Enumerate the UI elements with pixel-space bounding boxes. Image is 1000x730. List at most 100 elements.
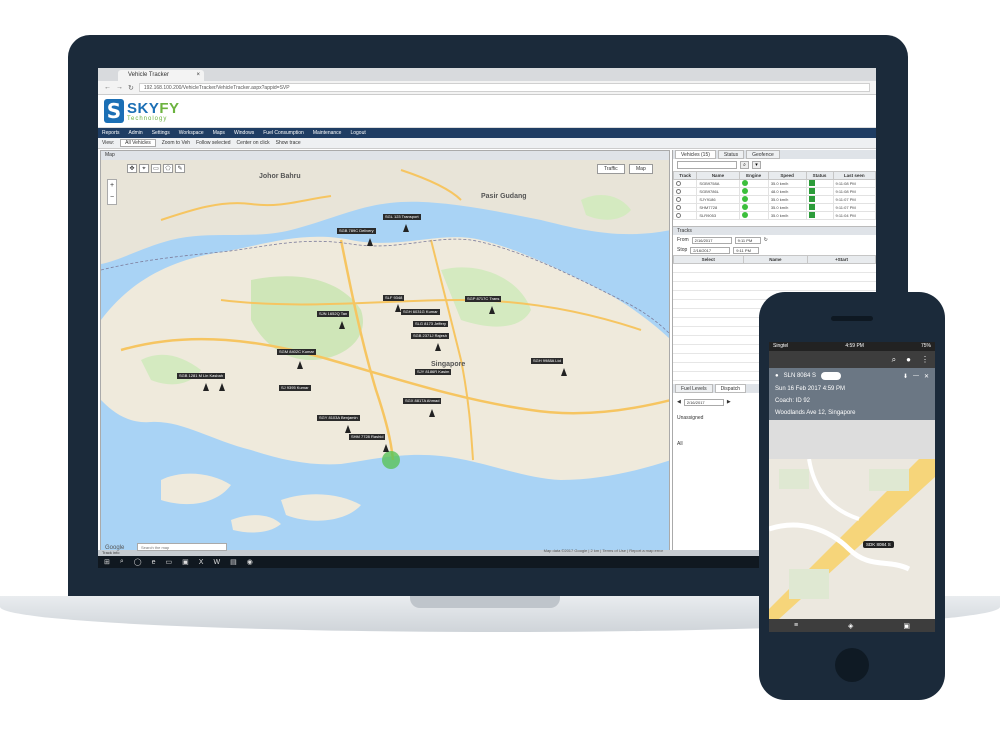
phone-vehicle-tag[interactable]: SDK 8084 S: [863, 541, 894, 548]
column-start[interactable]: +Start: [807, 255, 876, 264]
menu-reports[interactable]: Reports: [102, 130, 120, 136]
forward-icon[interactable]: →: [116, 84, 123, 91]
vehicle-marker-icon[interactable]: [367, 238, 373, 246]
store-icon[interactable]: ▣: [182, 558, 189, 566]
word-icon[interactable]: W: [213, 559, 220, 566]
to-time-input[interactable]: 9:11 PM: [733, 246, 760, 254]
toolbar-follow-selected[interactable]: Follow selected: [196, 140, 230, 146]
from-date-input[interactable]: 2/16/2017: [691, 236, 732, 244]
table-row[interactable]: SLR9053 35.0 km/h 9:11:04 PM: [672, 211, 876, 220]
polygon-tool-icon[interactable]: ⬠: [163, 164, 173, 173]
vehicle-label[interactable]: SGP 8717C Trans: [465, 296, 502, 302]
track-checkbox[interactable]: [676, 204, 681, 210]
track-checkbox[interactable]: [676, 188, 681, 194]
vehicle-label[interactable]: SGX 8817A Ahmad: [403, 398, 442, 404]
vehicle-marker-icon[interactable]: [203, 383, 209, 391]
next-icon[interactable]: ▶: [727, 399, 731, 405]
folder-icon[interactable]: ▭: [166, 558, 173, 566]
search-icon[interactable]: ⌕: [740, 161, 749, 169]
toolbar-show-trace[interactable]: Show trace: [276, 140, 301, 146]
vehicle-marker-icon[interactable]: [219, 383, 225, 391]
close-icon[interactable]: ×: [196, 70, 200, 81]
menu-admin[interactable]: Admin: [129, 130, 143, 136]
map-search-input[interactable]: Search the map: [137, 543, 227, 551]
vehicle-marker-icon[interactable]: [345, 425, 351, 433]
task-view-icon[interactable]: ◯: [134, 558, 142, 566]
vehicle-marker-icon[interactable]: [339, 321, 345, 329]
menu-logout[interactable]: Logout: [350, 130, 365, 136]
column-status[interactable]: Status: [805, 171, 834, 180]
select-tool-icon[interactable]: ▭: [151, 164, 161, 173]
vehicle-marker-icon[interactable]: [403, 224, 409, 232]
vehicle-label[interactable]: SGB 2371J Rajesh: [411, 333, 450, 339]
more-icon[interactable]: ⋮: [921, 355, 929, 364]
menu-maintenance[interactable]: Maintenance: [313, 130, 342, 136]
track-checkbox[interactable]: [676, 212, 681, 218]
vehicle-label[interactable]: SLF 9348: [383, 295, 405, 301]
vehicle-marker-icon[interactable]: [297, 361, 303, 369]
vehicle-search-input[interactable]: [677, 161, 737, 169]
prev-icon[interactable]: ◀: [677, 399, 681, 405]
track-checkbox[interactable]: [676, 196, 681, 202]
minimize-icon[interactable]: —: [913, 373, 919, 379]
vehicle-label[interactable]: SGM 8402C Kumar: [277, 349, 316, 355]
track-checkbox[interactable]: [676, 180, 681, 186]
menu-maps[interactable]: Maps: [213, 130, 225, 136]
back-icon[interactable]: ←: [104, 84, 111, 91]
menu-workspace[interactable]: Workspace: [179, 130, 204, 136]
vehicle-toggle[interactable]: [820, 372, 841, 380]
vehicle-select[interactable]: All Vehicles: [120, 139, 156, 147]
excel-icon[interactable]: X: [199, 559, 204, 566]
menu-windows[interactable]: Windows: [234, 130, 254, 136]
vehicle-label[interactable]: SGL 123 Transport: [383, 214, 421, 220]
search-icon[interactable]: ⌕: [120, 558, 124, 566]
map-panel[interactable]: Map ✥ ⌖ ▭ ⬠ ✎ + − Traffic Map Johor Bahr…: [100, 150, 670, 556]
to-date-input[interactable]: 2/16/2017: [690, 246, 731, 254]
tab-vehicles[interactable]: Vehicles (15): [675, 150, 716, 159]
vehicle-label[interactable]: SLG 8173 Jeffery: [413, 321, 449, 327]
map-type-traffic[interactable]: Traffic: [597, 164, 625, 174]
windows-start-icon[interactable]: ⊞: [104, 558, 110, 566]
dispatch-date-input[interactable]: 2/16/2017: [683, 398, 724, 406]
chrome-icon[interactable]: ◉: [247, 558, 253, 566]
table-row[interactable]: SHM7728 35.0 km/h 9:11:07 PM: [672, 203, 876, 212]
phone-home-button[interactable]: [835, 648, 869, 682]
vehicle-label[interactable]: SGH 9988A Ltd: [531, 358, 563, 364]
refresh-icon[interactable]: ↻: [764, 237, 768, 243]
column-last-seen[interactable]: Last seen: [832, 171, 876, 180]
table-row[interactable]: SGB9758A 35.0 km/h 9:11:08 PM: [672, 179, 876, 188]
vehicle-marker-icon[interactable]: [383, 444, 389, 452]
column-track-name[interactable]: Name: [742, 255, 809, 264]
vehicle-marker-icon[interactable]: [561, 368, 567, 376]
vehicle-label[interactable]: SGB 789C Delivery: [337, 228, 376, 234]
toolbar-center-on-click[interactable]: Center on click: [237, 140, 270, 146]
edge-icon[interactable]: e: [152, 559, 156, 566]
tab-status[interactable]: Status: [717, 150, 745, 159]
tab-fuel-levels[interactable]: Fuel Levels: [675, 384, 713, 393]
list-icon[interactable]: ≡: [794, 622, 798, 629]
vehicle-label[interactable]: SJY 8186R Kasim: [415, 369, 452, 375]
phone-map[interactable]: SDK 8084 S: [769, 459, 935, 619]
column-engine[interactable]: Engine: [738, 171, 769, 180]
vehicle-label[interactable]: SHM 7728 Rashid: [349, 434, 386, 440]
map-icon[interactable]: ◈: [848, 622, 853, 630]
tab-dispatch[interactable]: Dispatch: [714, 384, 747, 393]
pin-icon[interactable]: ⬇: [903, 373, 908, 380]
vehicle-icon[interactable]: ▣: [903, 622, 910, 630]
marker-tool-icon[interactable]: ✎: [175, 164, 185, 173]
close-icon[interactable]: ✕: [924, 373, 929, 380]
vehicle-label[interactable]: SGY 8103A Benjamin: [317, 415, 360, 421]
dropdown-icon[interactable]: ▾: [752, 161, 761, 169]
column-name[interactable]: Name: [696, 171, 740, 180]
vehicle-label[interactable]: SJ 9395 Kumar: [279, 385, 311, 391]
vehicle-label[interactable]: SJN 1652Q Tan: [317, 311, 350, 317]
search-icon[interactable]: ⌕: [892, 355, 896, 365]
phone-vehicle-card[interactable]: ● SLN 8084 S ⬇ — ✕ Sun 16 Feb 2017 4:59 …: [769, 368, 935, 420]
from-time-input[interactable]: 9:11 PM: [734, 236, 761, 244]
menu-fuel[interactable]: Fuel Consumption: [263, 130, 304, 136]
column-speed[interactable]: Speed: [767, 171, 807, 180]
notes-icon[interactable]: ▤: [230, 558, 237, 566]
vehicle-label[interactable]: SGH 6031G Kumar: [401, 309, 440, 315]
tab-geofence[interactable]: Geofence: [746, 150, 780, 159]
map-type-map[interactable]: Map: [629, 164, 653, 174]
